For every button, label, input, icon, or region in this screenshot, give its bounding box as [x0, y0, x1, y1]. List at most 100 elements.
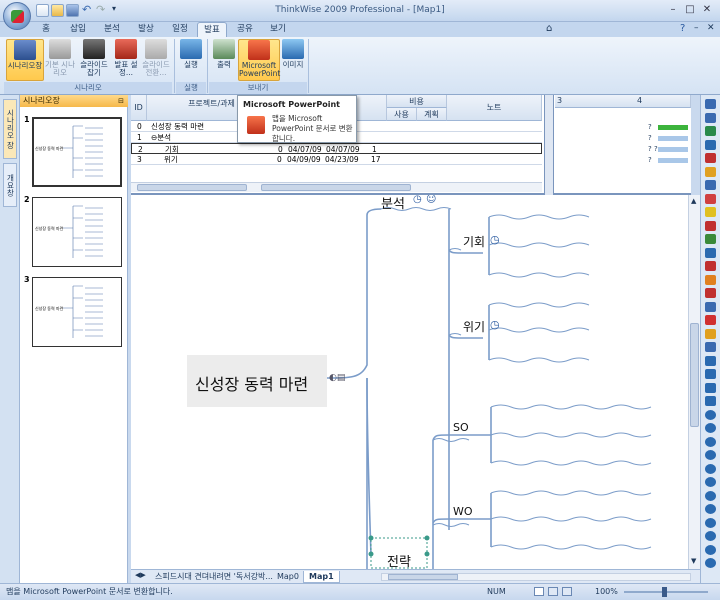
print-button[interactable]: 출력 — [210, 39, 238, 69]
marker-icon[interactable] — [705, 153, 716, 163]
marker-icon[interactable] — [705, 396, 716, 406]
tab-ideation[interactable]: 발상 — [134, 22, 158, 37]
marker-icon[interactable] — [705, 193, 716, 204]
home-icon[interactable]: ⌂ — [546, 23, 552, 34]
presentation-settings-button[interactable]: 발표 설정... — [110, 39, 142, 77]
open-folder-icon[interactable] — [51, 4, 64, 17]
marker-icon[interactable] — [705, 261, 716, 271]
marker-icon[interactable] — [705, 126, 716, 136]
run-button[interactable]: 실행 — [178, 39, 204, 69]
basic-scenario-button[interactable]: 기본 시나리오 — [44, 39, 76, 77]
node-opportunity[interactable]: 기회 — [463, 233, 485, 250]
marker-icon[interactable] — [705, 99, 716, 109]
sheet-tab-map1[interactable]: Map1 — [303, 571, 340, 583]
marker-icon[interactable] — [705, 409, 716, 420]
marker-icon[interactable] — [705, 220, 716, 231]
scroll-thumb[interactable] — [137, 184, 247, 191]
marker-icon[interactable] — [705, 234, 716, 244]
sheet-nav-icon[interactable]: ◀▶ — [135, 571, 146, 579]
link-icon[interactable]: ◐▤ — [329, 373, 345, 383]
marker-icon[interactable] — [705, 504, 716, 514]
node-strategy[interactable]: 전략 — [387, 551, 411, 569]
header-cost[interactable]: 비용 — [387, 95, 447, 108]
sheet-tab-map0[interactable]: Map0 — [277, 571, 299, 583]
gantt-bar[interactable] — [658, 136, 688, 141]
marker-icon[interactable] — [705, 544, 716, 555]
marker-icon[interactable] — [705, 490, 716, 501]
powerpoint-export-button[interactable]: Microsoft PowerPoint — [238, 39, 280, 81]
close-icon[interactable]: ✕ — [700, 3, 714, 16]
header-note[interactable]: 노트 — [447, 95, 542, 121]
header-plan[interactable]: 계획 — [417, 108, 447, 121]
marker-icon[interactable] — [705, 207, 716, 217]
clock-icon[interactable]: ◷ — [413, 195, 422, 205]
root-node[interactable]: 신성장 동력 마련 — [195, 371, 308, 395]
marker-icon[interactable] — [705, 423, 716, 433]
marker-icon[interactable] — [705, 315, 716, 325]
scroll-thumb[interactable] — [388, 574, 458, 580]
slide-thumbnail[interactable]: 신성장 동력 마련 — [32, 117, 122, 187]
scroll-up-icon[interactable]: ▲ — [691, 197, 696, 205]
tab-presentation[interactable]: 발표 — [197, 22, 227, 37]
gantt-bar[interactable] — [658, 158, 688, 163]
scroll-down-icon[interactable]: ▼ — [691, 557, 696, 565]
new-file-icon[interactable] — [36, 4, 49, 17]
header-use[interactable]: 사용 — [387, 108, 417, 121]
tab-schedule[interactable]: 일정 — [168, 22, 192, 37]
tab-home[interactable]: 홈 — [36, 22, 56, 37]
table-row[interactable]: 3 위기 0 04/09/09 04/23/09 17 — [131, 154, 542, 165]
view-gantt-icon[interactable] — [562, 587, 572, 596]
marker-icon[interactable] — [705, 463, 716, 474]
marker-icon[interactable] — [705, 531, 716, 541]
tab-view[interactable]: 보기 — [266, 22, 290, 37]
grid-splitter[interactable] — [544, 95, 554, 195]
mind-map-canvas[interactable]: 신성장 동력 마련 ◐▤ 분석 ◷ ☺ 기회 ◷ 위기 ◷ SO WO 전략 — [131, 195, 688, 569]
maximize-icon[interactable]: □ — [683, 3, 697, 16]
marker-icon[interactable] — [705, 139, 716, 150]
slide-transition-button[interactable]: 슬라이드 전환... — [140, 39, 172, 77]
tab-analysis[interactable]: 분석 — [100, 22, 124, 37]
image-export-button[interactable]: 이미지 — [280, 39, 306, 69]
gantt-bar[interactable] — [658, 147, 688, 152]
tab-outline[interactable]: 개요창 — [3, 163, 17, 207]
app-menu-button[interactable] — [3, 2, 31, 30]
marker-icon[interactable] — [705, 342, 716, 352]
marker-icon[interactable] — [705, 328, 716, 339]
map-hscrollbar[interactable] — [381, 573, 691, 581]
ribbon-minimize-icon[interactable]: – — [694, 23, 699, 33]
marker-icon[interactable] — [705, 477, 716, 487]
marker-icon[interactable] — [705, 355, 716, 366]
clock-icon[interactable]: ◷ — [490, 318, 500, 331]
tab-share[interactable]: 공유 — [233, 22, 257, 37]
slide-capture-button[interactable]: 슬라이드 잡기 — [78, 39, 110, 77]
marker-icon[interactable] — [705, 247, 716, 258]
node-so[interactable]: SO — [453, 421, 469, 434]
zoom-slider-thumb[interactable] — [662, 587, 667, 597]
redo-icon[interactable]: ↷ — [96, 3, 105, 16]
tab-scenario-book[interactable]: 시나리오 장 — [3, 99, 17, 159]
marker-icon[interactable] — [705, 166, 716, 177]
node-analysis[interactable]: 분석 — [381, 195, 405, 212]
marker-icon[interactable] — [705, 274, 716, 285]
undo-icon[interactable]: ↶ — [82, 3, 91, 16]
help-icon[interactable]: ? — [680, 23, 685, 34]
pin-icon[interactable]: ⊟ — [118, 95, 124, 107]
slide-thumbnail[interactable]: 신성장 동력 마련 — [32, 277, 122, 347]
marker-icon[interactable] — [705, 180, 716, 190]
scroll-thumb[interactable] — [261, 184, 411, 191]
map-vscrollbar[interactable]: ▲ ▼ — [688, 195, 700, 569]
sheet-tab-article[interactable]: 스피드시대 견뎌내려면 '독서강박... — [155, 571, 273, 583]
node-wo[interactable]: WO — [453, 505, 473, 518]
view-outline-icon[interactable] — [548, 587, 558, 596]
marker-icon[interactable] — [705, 558, 716, 568]
ribbon-close-icon[interactable]: ✕ — [707, 23, 715, 33]
table-row[interactable]: 2 기회 0 04/07/09 04/07/09 1 — [131, 143, 542, 154]
marker-icon[interactable] — [705, 301, 716, 312]
minimize-icon[interactable]: – — [666, 3, 680, 16]
grid-hscrollbar[interactable] — [131, 182, 542, 192]
scroll-thumb[interactable] — [690, 323, 699, 427]
smile-icon[interactable]: ☺ — [426, 195, 436, 205]
clock-icon[interactable]: ◷ — [490, 233, 500, 246]
marker-icon[interactable] — [705, 288, 716, 298]
node-threat[interactable]: 위기 — [463, 318, 485, 335]
